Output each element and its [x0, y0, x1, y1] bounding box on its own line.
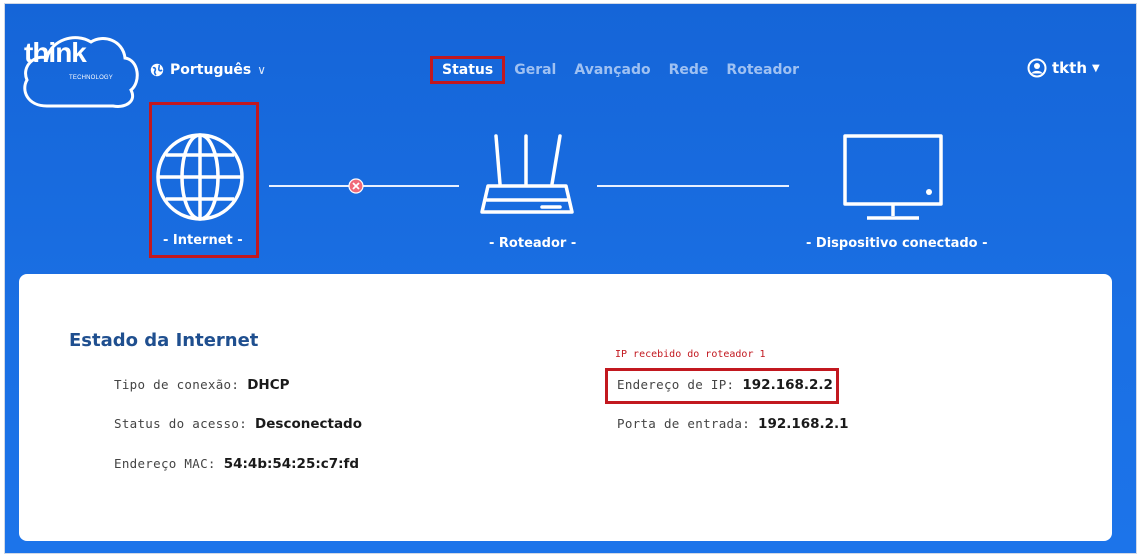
- monitor-icon[interactable]: [841, 132, 945, 224]
- mac-address-value: 54:4b:54:25:c7:fd: [223, 456, 360, 472]
- main-nav: Status Geral Avançado Rede Roteador: [430, 56, 808, 84]
- access-status-label: Status do acesso:: [114, 416, 248, 431]
- connection-type-label: Tipo de conexão:: [114, 377, 240, 392]
- internet-label: - Internet -: [163, 233, 243, 248]
- globe-icon[interactable]: [153, 130, 247, 224]
- router-label: - Roteador -: [489, 236, 577, 251]
- router-icon[interactable]: [478, 130, 576, 226]
- gateway-row: Porta de entrada: 192.168.2.1: [617, 416, 849, 432]
- language-label: Português: [170, 62, 252, 78]
- access-status-row: Status do acesso: Desconectado: [114, 416, 362, 432]
- logo-text: think: [24, 37, 87, 68]
- internet-status-panel: Estado da Internet Tipo de conexão: DHCP …: [19, 274, 1112, 541]
- gateway-value: 192.168.2.1: [758, 416, 849, 432]
- tab-rede[interactable]: Rede: [660, 56, 718, 84]
- language-selector[interactable]: Português ∨: [150, 62, 266, 78]
- tab-avancado[interactable]: Avançado: [565, 56, 659, 84]
- mac-address-row: Endereço MAC: 54:4b:54:25:c7:fd: [114, 456, 359, 472]
- connection-line-internet: [269, 185, 459, 187]
- router-admin-window: think TECHNOLOGY Português ∨ Status Gera…: [5, 4, 1136, 553]
- device-label: - Dispositivo conectado -: [806, 236, 988, 251]
- user-menu[interactable]: tkth ▼: [1027, 58, 1100, 78]
- access-status-value: Desconectado: [255, 416, 362, 432]
- globe-icon: [150, 63, 164, 77]
- chevron-down-icon: ∨: [257, 63, 267, 77]
- gateway-label: Porta de entrada:: [617, 416, 751, 431]
- ip-annotation-note: IP recebido do roteador 1: [615, 349, 766, 360]
- ip-address-value: 192.168.2.2: [742, 377, 833, 393]
- ip-address-row: Endereço de IP: 192.168.2.2: [617, 377, 833, 393]
- tab-status[interactable]: Status: [430, 56, 506, 84]
- tab-geral[interactable]: Geral: [505, 56, 565, 84]
- logo-subtext: TECHNOLOGY: [69, 75, 114, 81]
- mac-address-label: Endereço MAC:: [114, 456, 216, 471]
- user-name: tkth: [1052, 59, 1087, 77]
- connection-type-row: Tipo de conexão: DHCP: [114, 377, 290, 393]
- connection-type-value: DHCP: [247, 377, 290, 393]
- panel-title: Estado da Internet: [69, 330, 259, 351]
- caret-down-icon: ▼: [1092, 62, 1100, 74]
- user-icon: [1027, 58, 1047, 78]
- tab-roteador[interactable]: Roteador: [717, 56, 808, 84]
- disconnected-x-icon: [348, 178, 364, 194]
- ip-address-label: Endereço de IP:: [617, 377, 735, 392]
- connection-line-router: [597, 185, 789, 187]
